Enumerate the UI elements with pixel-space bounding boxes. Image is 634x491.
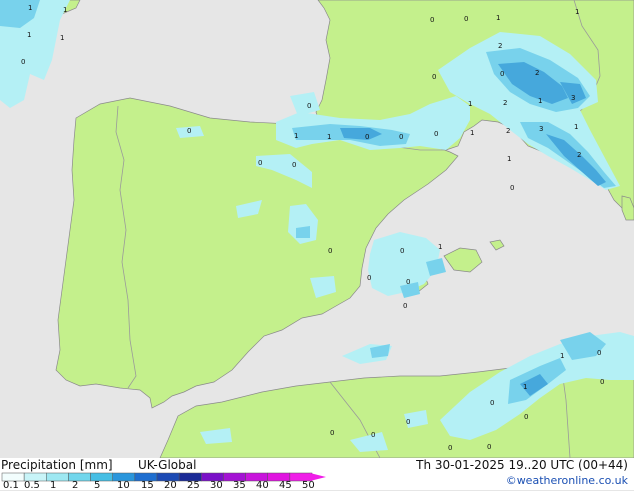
- value-label: 0: [187, 127, 191, 135]
- scale-label: 20: [164, 480, 177, 491]
- scale-label: 1: [50, 480, 57, 491]
- value-label: 0: [400, 247, 404, 255]
- legend-title: Precipitation [mm]: [1, 458, 113, 472]
- value-label: 2: [535, 69, 539, 77]
- model-name: UK-Global: [138, 458, 197, 472]
- value-label: 0: [464, 15, 468, 23]
- value-label: 1: [574, 123, 578, 131]
- value-label: 1: [468, 100, 472, 108]
- scale-label: 10: [117, 480, 130, 491]
- value-label: 0: [487, 443, 491, 451]
- value-label: 0: [367, 274, 371, 282]
- value-label: 0: [597, 349, 601, 357]
- value-label: 1: [538, 97, 542, 105]
- value-label: 1: [60, 34, 64, 42]
- value-label: 1: [28, 4, 32, 12]
- value-label: 0: [21, 58, 25, 66]
- value-label: 2: [577, 151, 581, 159]
- value-label: 1: [470, 129, 474, 137]
- value-label: 0: [430, 16, 434, 24]
- scale-label: 35: [233, 480, 246, 491]
- value-label: 1: [327, 133, 331, 141]
- value-label: 0: [432, 73, 436, 81]
- value-label: 0: [365, 133, 369, 141]
- value-label: 1: [294, 132, 298, 140]
- value-label: 0: [600, 378, 604, 386]
- scale-label: 45: [279, 480, 292, 491]
- value-label: 0: [524, 413, 528, 421]
- value-label: 0: [406, 418, 410, 426]
- value-label: 0: [330, 429, 334, 437]
- value-label: 0: [500, 70, 504, 78]
- scale-label: 30: [210, 480, 223, 491]
- scale-label: 15: [141, 480, 154, 491]
- value-label: 2: [498, 42, 502, 50]
- value-label: 3: [539, 125, 543, 133]
- value-label: 0: [307, 102, 311, 110]
- value-label: 1: [575, 8, 579, 16]
- value-label: 0: [490, 399, 494, 407]
- scale-label: 5: [94, 480, 101, 491]
- value-label: 0: [292, 161, 296, 169]
- value-label: 1: [438, 243, 442, 251]
- scale-label: 40: [256, 480, 269, 491]
- value-label: 0: [328, 247, 332, 255]
- value-label: 0: [510, 184, 514, 192]
- value-label: 0: [371, 431, 375, 439]
- scale-label: 50: [302, 480, 315, 491]
- forecast-timestamp: Th 30-01-2025 19..20 UTC (00+44): [416, 458, 628, 472]
- value-label: 1: [507, 155, 511, 163]
- value-label: 1: [63, 6, 67, 14]
- value-label: 0: [399, 133, 403, 141]
- value-label: 1: [496, 14, 500, 22]
- value-label: 3: [571, 94, 575, 102]
- value-label: 0: [258, 159, 262, 167]
- value-label: 0: [448, 444, 452, 452]
- scale-label: 25: [187, 480, 200, 491]
- value-label: 1: [560, 352, 564, 360]
- value-label: 0: [434, 130, 438, 138]
- value-label: 2: [503, 99, 507, 107]
- value-label: 1: [27, 31, 31, 39]
- value-label: 1: [523, 383, 527, 391]
- credit-link[interactable]: ©weatheronline.co.uk: [506, 474, 628, 487]
- scale-label: 0.5: [24, 480, 40, 491]
- scale-label: 2: [72, 480, 79, 491]
- scale-label: 0.1: [3, 480, 19, 491]
- value-label: 0: [406, 278, 410, 286]
- precipitation-map: 1 1 1 1 0 0 0 1 1 2 0 0 2 0 1 2 1 3 1 1 …: [0, 0, 634, 458]
- value-label: 0: [403, 302, 407, 310]
- value-label: 2: [506, 127, 510, 135]
